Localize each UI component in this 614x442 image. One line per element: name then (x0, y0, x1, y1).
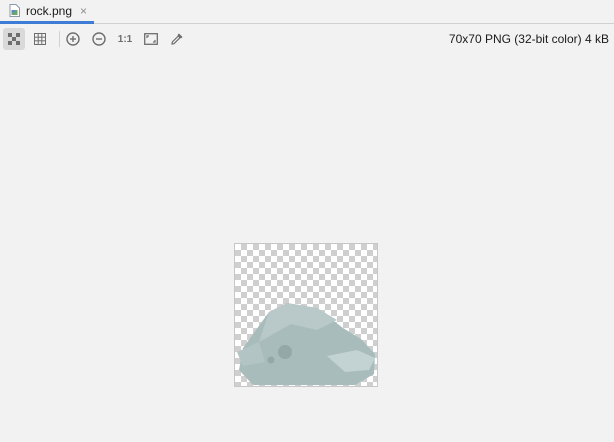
zoom-in-icon (66, 32, 80, 46)
actual-size-button[interactable]: 1:1 (114, 28, 136, 50)
fit-zoom-button[interactable] (140, 28, 162, 50)
fit-to-window-icon (144, 33, 158, 45)
rock-image (237, 303, 375, 385)
chessboard-icon (8, 33, 20, 45)
zoom-out-icon (92, 32, 106, 46)
editor-tab-bar: rock.png × (0, 0, 614, 24)
tab-label: rock.png (26, 3, 73, 18)
chessboard-toggle-button[interactable] (3, 28, 25, 50)
zoom-out-button[interactable] (88, 28, 110, 50)
grid-toggle-button[interactable] (29, 28, 51, 50)
zoom-in-button[interactable] (62, 28, 84, 50)
image-info-label: 70x70 PNG (32-bit color) 4 kB (448, 32, 609, 46)
tab-close-icon[interactable]: × (80, 5, 87, 17)
image-viewer-window: rock.png × 1:1 70x70 PNG (32-bit color) … (0, 0, 614, 442)
tab-rock-png[interactable]: rock.png × (0, 0, 94, 24)
color-picker-button[interactable] (166, 28, 188, 50)
image-canvas (0, 54, 614, 442)
toolbar-separator (59, 31, 60, 47)
grid-icon (34, 33, 46, 45)
image-toolbar: 1:1 70x70 PNG (32-bit color) 4 kB (0, 24, 614, 54)
actual-size-icon: 1:1 (117, 33, 133, 45)
png-file-icon (9, 4, 20, 17)
image-preview (234, 243, 378, 387)
eyedropper-icon (170, 32, 184, 46)
